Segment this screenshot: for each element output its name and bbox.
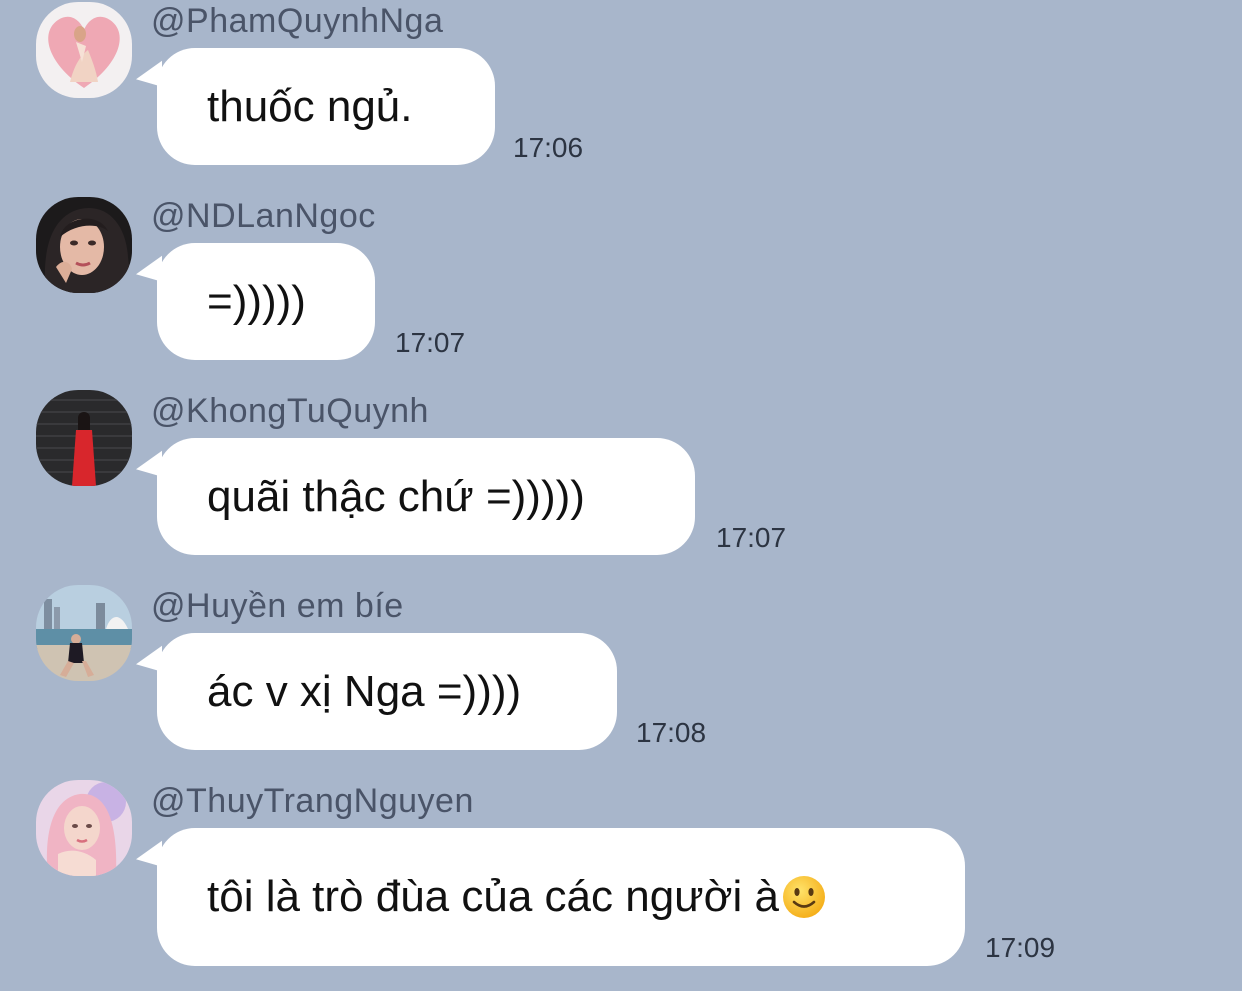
message-bubble[interactable]: =))))) bbox=[157, 243, 375, 360]
message-bubble[interactable]: thuốc ngủ. bbox=[157, 48, 495, 165]
username[interactable]: @KhongTuQuynh bbox=[151, 391, 429, 431]
avatar-pink-hair-image bbox=[36, 780, 132, 876]
avatar-red-dress-image bbox=[36, 390, 132, 486]
message-text: thuốc ngủ. bbox=[207, 81, 413, 131]
avatar[interactable] bbox=[36, 2, 132, 98]
message-time: 17:06 bbox=[513, 132, 584, 163]
avatar[interactable] bbox=[36, 197, 132, 293]
avatar-harbour-image bbox=[36, 585, 132, 681]
avatar[interactable] bbox=[36, 585, 132, 681]
message-bubble[interactable]: ác v xị Nga =)))) bbox=[157, 633, 617, 750]
message-text: =))))) bbox=[207, 276, 306, 326]
message-text: quãi thậc chứ =))))) bbox=[207, 471, 585, 521]
username[interactable]: @Huyền em bíe bbox=[151, 586, 404, 626]
message-time: 17:09 bbox=[985, 932, 1056, 963]
chat-message-list[interactable]: @PhamQuynhNga thuốc ngủ. 17:06 @NDLanNgo… bbox=[0, 0, 1242, 991]
username[interactable]: @NDLanNgoc bbox=[151, 196, 376, 236]
avatar[interactable] bbox=[36, 780, 132, 876]
message-time: 17:08 bbox=[636, 717, 707, 748]
message-time: 17:07 bbox=[395, 327, 466, 358]
slightly-smiling-face-icon bbox=[782, 876, 825, 918]
username[interactable]: @ThuyTrangNguyen bbox=[151, 781, 474, 821]
message-text: ác v xị Nga =)))) bbox=[207, 666, 522, 716]
message-time: 17:07 bbox=[716, 522, 787, 553]
avatar-portrait-dark-image bbox=[36, 197, 132, 293]
message-bubble[interactable]: quãi thậc chứ =))))) bbox=[157, 438, 695, 555]
avatar-pink-heart-image bbox=[36, 2, 132, 98]
username[interactable]: @PhamQuynhNga bbox=[151, 1, 443, 41]
avatar[interactable] bbox=[36, 390, 132, 486]
message-bubble[interactable]: tôi là trò đùa của các người à bbox=[157, 828, 965, 966]
message-text: tôi là trò đùa của các người à bbox=[207, 872, 779, 921]
